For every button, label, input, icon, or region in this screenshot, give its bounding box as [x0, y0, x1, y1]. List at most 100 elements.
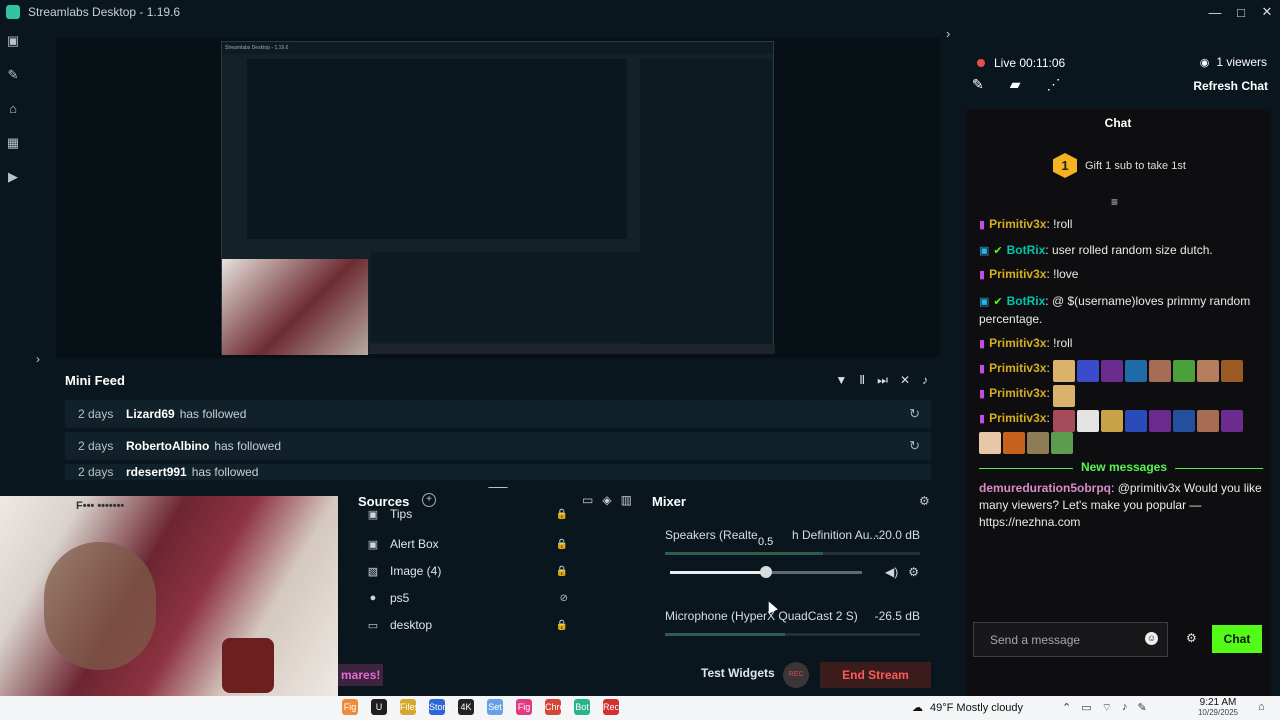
expand-sidebar-icon[interactable]: › — [36, 352, 40, 366]
taskbar-app[interactable]: 4K — [458, 699, 474, 715]
lock-icon[interactable]: 🔒 — [556, 509, 568, 520]
chat-send-button[interactable]: Chat — [1212, 625, 1262, 653]
alerts-icon[interactable]: ▦ — [0, 126, 26, 160]
notification-icon[interactable]: ⌂ — [1258, 701, 1265, 713]
popout-icon[interactable]: ▰ — [1010, 76, 1021, 93]
volume-icon[interactable]: ♪ — [922, 373, 928, 388]
chat-user[interactable]: Primitiv3x — [989, 267, 1046, 281]
weather-widget[interactable]: ☁ 49°F Mostly cloudy — [912, 701, 1023, 715]
share-icon[interactable]: ⋰ — [1047, 76, 1061, 93]
taskbar-app[interactable]: Chrome — [545, 699, 577, 715]
taskbar-app[interactable]: Fig — [516, 699, 532, 715]
emote-image[interactable] — [1221, 360, 1244, 382]
emoji-icon[interactable]: ☺ — [1145, 632, 1158, 645]
source-preview-icon[interactable]: ▭ — [582, 493, 593, 507]
system-clock[interactable]: 9:21 AM 10/29/2025 — [1192, 698, 1244, 718]
chat-input[interactable]: Send a message ☺ — [973, 622, 1168, 657]
minimize-icon[interactable]: — — [1202, 0, 1228, 24]
volume-icon[interactable]: ♪ — [1122, 701, 1128, 715]
taskbar-app[interactable]: Rec — [603, 699, 619, 715]
volume-slider[interactable] — [670, 566, 862, 578]
recordings-icon[interactable]: ▶ — [0, 160, 26, 194]
emote-image[interactable] — [1077, 410, 1100, 432]
lock-icon[interactable]: 🔒 — [556, 539, 568, 550]
lock-icon[interactable]: 🔒 — [556, 620, 568, 631]
taskbar-app[interactable]: Bot — [574, 699, 590, 715]
end-stream-button[interactable]: End Stream — [820, 662, 931, 688]
mute-icon[interactable]: ◀) — [885, 565, 898, 579]
collapse-icon[interactable]: ≡ — [1111, 195, 1118, 209]
emote-image[interactable] — [1053, 410, 1076, 432]
chat-user[interactable]: Primitiv3x — [989, 361, 1046, 375]
emote-image[interactable] — [1101, 360, 1124, 382]
replay-icon[interactable]: ↻ — [909, 406, 920, 422]
chat-user[interactable]: BotRix — [1007, 294, 1046, 308]
emote-image[interactable] — [1173, 360, 1196, 382]
pen-icon[interactable]: ✎ — [1137, 701, 1146, 715]
emote-image[interactable] — [1051, 432, 1073, 454]
emote-image[interactable] — [1101, 410, 1124, 432]
chat-user[interactable]: Primitiv3x — [989, 336, 1046, 350]
gift-banner[interactable]: 1 Gift 1 sub to take 1st — [1053, 153, 1186, 178]
slider-knob[interactable] — [760, 566, 772, 578]
maximize-icon[interactable]: □ — [1228, 0, 1254, 24]
collapse-chat-icon[interactable]: › — [946, 26, 960, 41]
taskbar-app[interactable]: Fig — [342, 699, 358, 715]
channel-gear-icon[interactable]: ⚙ — [908, 565, 919, 579]
lock-icon[interactable]: 🔒 — [556, 566, 568, 577]
emote-image[interactable] — [1173, 410, 1196, 432]
network-icon[interactable]: ▭ — [1081, 701, 1091, 715]
emote-image[interactable] — [1027, 432, 1049, 454]
source-item[interactable]: ▧ Image (4) 🔒 — [366, 560, 568, 582]
emote-image[interactable] — [1125, 360, 1148, 382]
emote-image[interactable] — [1221, 410, 1244, 432]
chat-user[interactable]: BotRix — [1007, 243, 1046, 257]
chat-user[interactable]: Primitiv3x — [989, 217, 1046, 231]
widget-label[interactable]: mares! — [338, 664, 383, 686]
emote-image[interactable] — [979, 432, 1001, 454]
taskbar-app[interactable]: Set — [487, 699, 503, 715]
chevron-up-icon[interactable]: ⌃ — [1062, 701, 1071, 715]
hidden-icon[interactable]: ⊘ — [560, 593, 568, 604]
chat-settings-icon[interactable]: ⚙ — [1186, 631, 1197, 645]
mute-alerts-icon[interactable]: ✕ — [900, 373, 910, 388]
emote-image[interactable] — [1149, 360, 1172, 382]
test-widgets-button[interactable]: Test Widgets — [701, 666, 775, 680]
source-item[interactable]: ● ps5 ⊘ — [366, 587, 568, 609]
mixer-settings-icon[interactable]: ⚙ — [919, 494, 930, 508]
chat-user[interactable]: demureduration5obrpq — [979, 481, 1111, 495]
add-source-icon[interactable]: + — [422, 493, 436, 507]
emote-image[interactable] — [1003, 432, 1025, 454]
emote-image[interactable] — [1077, 360, 1100, 382]
store-icon[interactable]: ⌂ — [0, 92, 26, 126]
source-group-icon[interactable]: ◈ — [602, 493, 611, 507]
studio-icon[interactable]: ▣ — [0, 24, 26, 58]
theme-icon[interactable]: ✎ — [0, 58, 26, 92]
replay-icon[interactable]: ↻ — [909, 438, 920, 454]
emote-image[interactable] — [1125, 410, 1148, 432]
refresh-chat-button[interactable]: Refresh Chat — [1193, 79, 1268, 93]
taskbar-app[interactable]: U — [371, 699, 387, 715]
emote-image[interactable] — [1053, 360, 1076, 382]
emote-image[interactable] — [1197, 410, 1220, 432]
preview-monitor[interactable]: Streamlabs Desktop - 1.19.6 — [221, 41, 775, 355]
record-button[interactable]: REC — [783, 662, 809, 688]
emote-image[interactable] — [1149, 410, 1172, 432]
pause-icon[interactable]: Ⅱ — [859, 373, 865, 388]
skip-icon[interactable]: ⏭ — [877, 373, 888, 388]
emote-image[interactable] — [1053, 385, 1076, 407]
emote-image[interactable] — [1197, 360, 1220, 382]
taskbar-app[interactable]: Store — [429, 699, 451, 715]
chat-user[interactable]: Primitiv3x — [989, 386, 1046, 400]
source-item[interactable]: ▣ Tips 🔒 — [366, 507, 568, 521]
filter-icon[interactable]: ▼ — [835, 373, 847, 388]
taskbar-app[interactable]: Files — [400, 699, 419, 715]
delete-source-icon[interactable]: ▥ — [621, 493, 632, 507]
source-item[interactable]: ▣ Alert Box 🔒 — [366, 533, 568, 555]
edit-icon[interactable]: ✎ — [972, 76, 984, 93]
wifi-icon[interactable]: ⌔ — [1102, 701, 1112, 715]
close-icon[interactable]: ✕ — [1254, 0, 1280, 24]
chat-user[interactable]: Primitiv3x — [989, 411, 1046, 425]
divider-line — [1175, 468, 1263, 469]
source-item[interactable]: ▭ desktop 🔒 — [366, 614, 568, 636]
